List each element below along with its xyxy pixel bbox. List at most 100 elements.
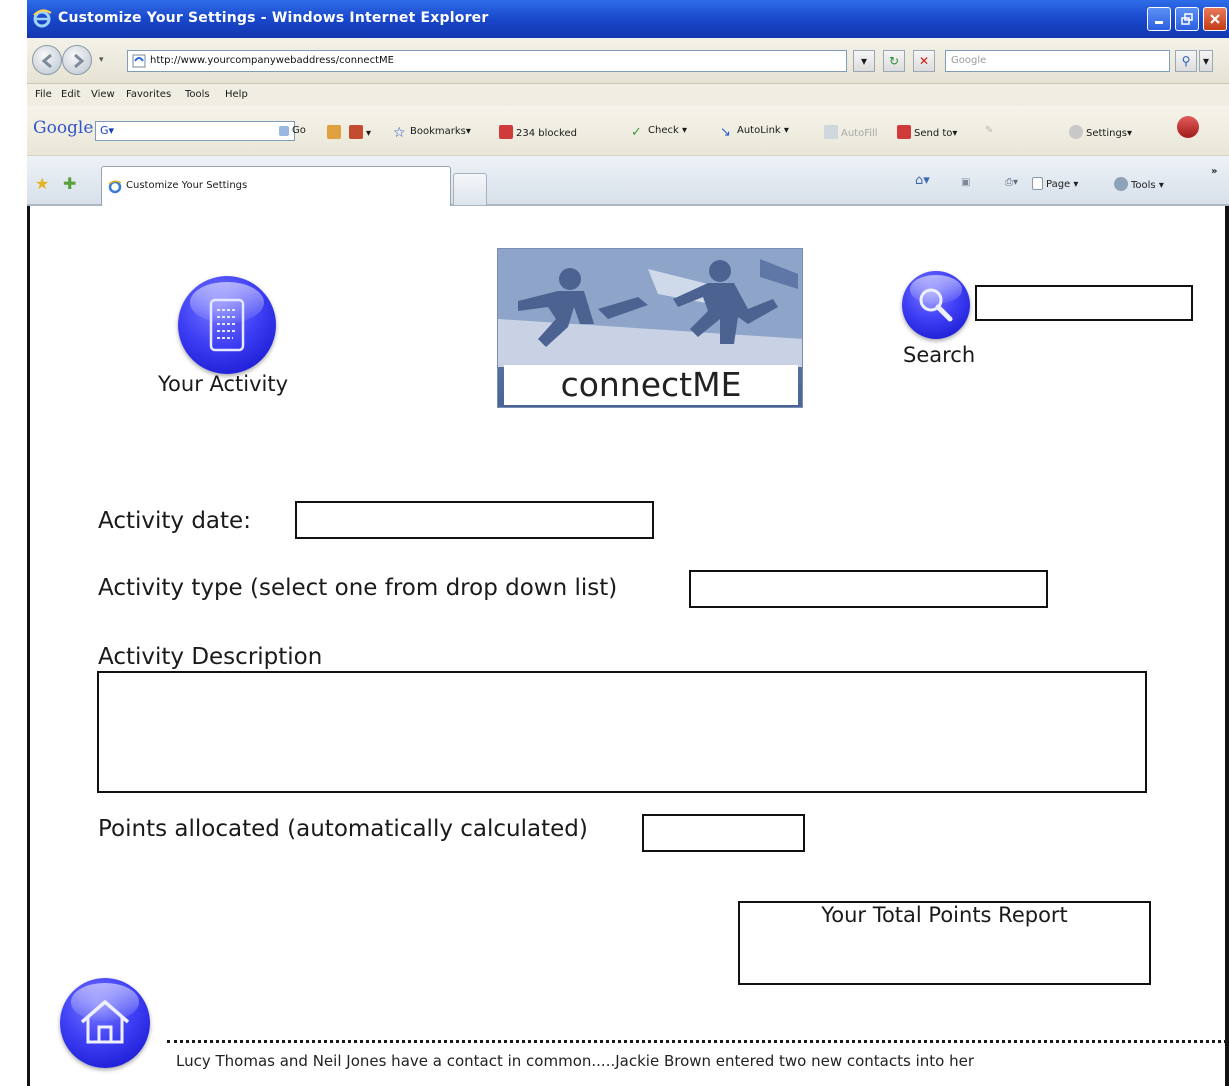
back-button[interactable] — [32, 45, 62, 75]
page-icon — [132, 54, 146, 68]
ie-logo-icon — [33, 9, 52, 28]
menu-help[interactable]: Help — [225, 89, 248, 100]
chevron-down-icon: ▾ — [1202, 54, 1210, 68]
connectme-logo: connectME — [497, 248, 803, 408]
points-allocated-label: Points allocated (automatically calculat… — [98, 816, 588, 842]
menu-tools[interactable]: Tools — [185, 89, 210, 100]
url-field[interactable]: http://www.yourcompanywebaddress/connect… — [127, 50, 847, 72]
menu-favorites[interactable]: Favorites — [126, 89, 171, 100]
settings-button[interactable]: Settings▾ — [1069, 125, 1132, 139]
autolink-button[interactable]: ↘ AutoLink ▾ — [720, 125, 789, 140]
gear-icon — [1069, 125, 1083, 139]
search-button[interactable] — [902, 271, 970, 339]
send-to-button[interactable]: Send to▾ — [897, 125, 957, 139]
minimize-button[interactable] — [1147, 7, 1171, 31]
activity-date-input[interactable] — [295, 501, 654, 539]
window-title: Customize Your Settings - Windows Intern… — [58, 10, 489, 26]
autofill-button[interactable]: AutoFill — [824, 125, 878, 139]
spellcheck-button[interactable]: ✓ Check ▾ — [631, 125, 687, 140]
stop-icon: ✕ — [918, 54, 930, 68]
tab-label: Customize Your Settings — [126, 180, 248, 191]
settings-label: Settings▾ — [1086, 128, 1133, 139]
pencil-icon[interactable]: ✎ — [985, 125, 993, 136]
google-go-button[interactable]: Go — [279, 125, 306, 136]
tab-bar: ★ ✚ Customize Your Settings ⌂▾ ▣ ⎙▾ Page… — [27, 156, 1229, 206]
bookmarks-button[interactable]: ☆ Bookmarks▾ — [393, 125, 471, 141]
bookmarks-label: Bookmarks▾ — [410, 126, 471, 137]
page-doc-icon — [1032, 177, 1043, 190]
wand-icon: ↘ — [720, 125, 731, 140]
home-toolbar-icon[interactable]: ⌂▾ — [915, 173, 930, 188]
magnifier-icon — [919, 288, 953, 322]
tools-menu-button[interactable]: Tools ▾ — [1114, 177, 1164, 191]
pagerank-icon[interactable] — [327, 125, 344, 139]
search-input[interactable] — [975, 285, 1193, 321]
add-favorite-icon[interactable]: ✚ — [63, 174, 76, 193]
menu-view[interactable]: View — [91, 89, 115, 100]
your-activity-button[interactable] — [178, 276, 276, 374]
check-label: Check ▾ — [648, 125, 687, 136]
activity-description-label: Activity Description — [98, 644, 323, 670]
window-titlebar: Customize Your Settings - Windows Intern… — [27, 0, 1229, 38]
magnifier-icon: ⚲ — [1181, 54, 1191, 68]
refresh-button[interactable]: ↻ — [883, 50, 905, 72]
favorites-star-icon[interactable]: ★ — [35, 174, 49, 193]
highlight-button[interactable]: ▾ — [349, 125, 371, 139]
activity-description-textarea[interactable] — [97, 671, 1147, 793]
search-label: Search — [903, 343, 976, 367]
popup-blocker-button[interactable]: 234 blocked — [499, 125, 577, 139]
tools-gear-icon — [1114, 177, 1128, 191]
web-search-placeholder: Google — [951, 55, 987, 66]
menu-bar: File Edit View Favorites Tools Help — [27, 84, 1229, 106]
restore-button[interactable] — [1175, 7, 1199, 31]
print-icon[interactable]: ⎙▾ — [1005, 177, 1018, 188]
activity-ticker: Lucy Thomas and Neil Jones have a contac… — [176, 1052, 974, 1070]
page-left-border — [27, 206, 30, 1086]
page-right-border — [1225, 206, 1229, 1086]
home-icon — [80, 1000, 130, 1044]
menu-file[interactable]: File — [35, 89, 52, 100]
total-points-report-label: Your Total Points Report — [821, 903, 1068, 927]
page-menu-label: Page ▾ — [1046, 179, 1079, 190]
pdf-button[interactable] — [1177, 116, 1202, 138]
web-search-input[interactable]: Google — [945, 50, 1170, 72]
google-search-input[interactable]: G▾ — [95, 121, 295, 141]
google-toolbar: Google G▾ Go ▾ ☆ Bookmarks▾ 234 blocked ✓… — [27, 106, 1229, 156]
web-search-button[interactable]: ⚲ — [1175, 50, 1197, 72]
tab-customize-settings[interactable]: Customize Your Settings — [101, 166, 451, 206]
feeds-icon[interactable]: ▣ — [961, 177, 970, 188]
google-search-value: G▾ — [100, 124, 115, 137]
page-menu-button[interactable]: Page ▾ — [1032, 177, 1078, 190]
pagerank-bar-icon — [327, 125, 341, 139]
highlight-icon — [349, 125, 363, 139]
url-text: http://www.yourcompanywebaddress/connect… — [150, 55, 394, 66]
sendto-label: Send to▾ — [914, 128, 958, 139]
history-dropdown-icon[interactable]: ▾ — [99, 55, 104, 65]
activity-type-select[interactable] — [689, 570, 1048, 608]
logo-wordmark: connectME — [504, 365, 798, 405]
close-icon — [1210, 14, 1220, 24]
chevron-more-icon[interactable]: » — [1211, 166, 1217, 177]
close-button[interactable] — [1203, 7, 1227, 31]
autolink-label: AutoLink ▾ — [737, 125, 789, 136]
go-arrow-icon — [279, 126, 289, 136]
star-icon: ☆ — [393, 125, 406, 141]
url-dropdown-button[interactable]: ▾ — [853, 50, 875, 72]
document-list-icon — [209, 298, 245, 352]
menu-edit[interactable]: Edit — [61, 89, 80, 100]
forward-button[interactable] — [62, 45, 92, 75]
home-button[interactable] — [60, 978, 150, 1068]
check-icon: ✓ — [631, 125, 642, 140]
search-options-button[interactable]: ▾ — [1199, 50, 1213, 72]
chevron-down-icon: ▾ — [860, 54, 868, 68]
new-tab-button[interactable] — [453, 173, 487, 205]
stop-button[interactable]: ✕ — [913, 50, 935, 72]
refresh-icon: ↻ — [888, 54, 900, 68]
google-logo: Google — [33, 118, 94, 138]
total-points-report-button[interactable]: Your Total Points Report — [738, 901, 1151, 985]
autofill-label: AutoFill — [841, 128, 878, 139]
blocked-icon — [499, 125, 513, 139]
blocked-label: 234 blocked — [516, 128, 577, 139]
minimize-icon — [1155, 21, 1163, 24]
autofill-icon — [824, 125, 838, 139]
